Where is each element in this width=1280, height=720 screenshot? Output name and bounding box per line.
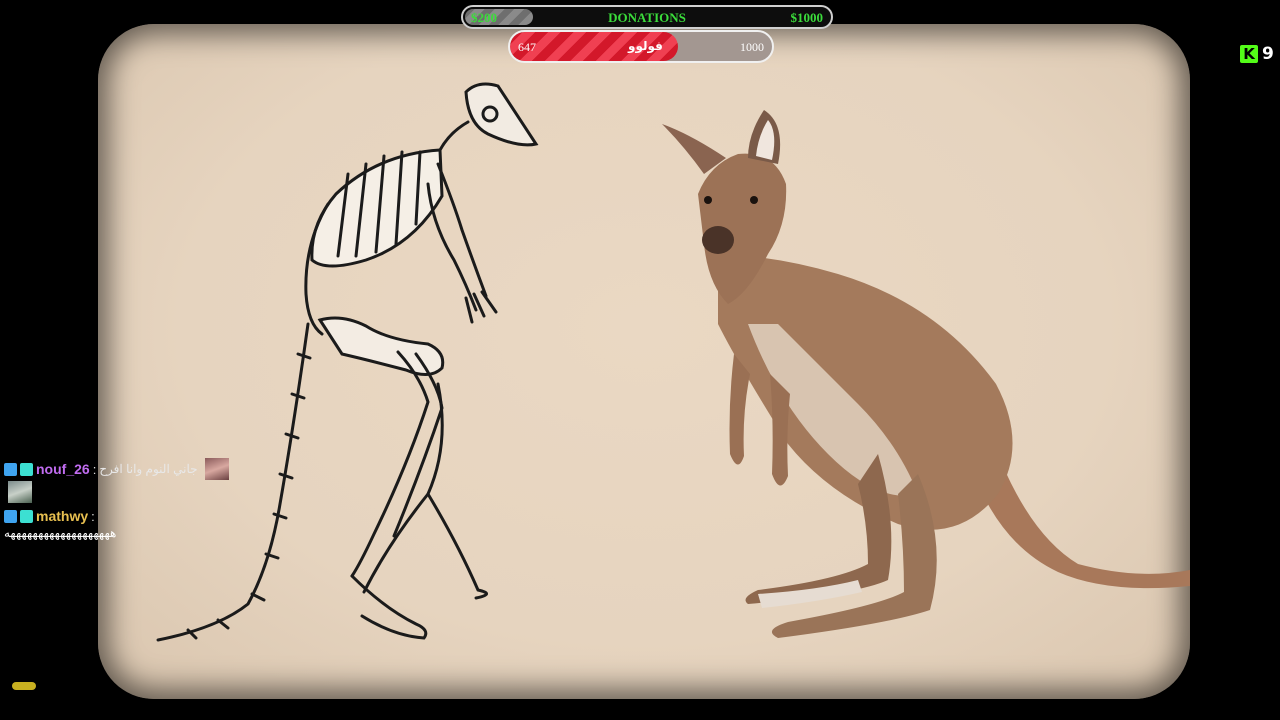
badge-icon [4, 462, 17, 476]
chat-username[interactable]: mathwy [36, 508, 88, 524]
follow-current: 647 [518, 40, 536, 54]
chat-message-text: هههههههههههههههههههه [4, 526, 117, 540]
chat-message: nouf_26 : جاني النوم وانا افرح [4, 458, 254, 480]
donations-title: DONATIONS [608, 10, 686, 25]
follow-goal-bar: 647 فولوو 1000 [508, 30, 774, 63]
donations-goal: $1000 [790, 10, 824, 25]
viewer-count: K 9 [1240, 44, 1274, 64]
follow-goal: 1000 [740, 40, 764, 54]
viewer-count-number: 9 [1262, 44, 1274, 64]
emote-icon [8, 481, 32, 503]
chat-message-text: جاني النوم وانا افرح [99, 462, 198, 476]
chat-separator: : [91, 508, 95, 524]
kick-icon: K [1240, 45, 1258, 63]
subscriber-badge-icon [20, 509, 33, 523]
badge-icon [4, 509, 17, 523]
donations-goal-bar: $200 DONATIONS $1000 [461, 5, 833, 29]
chat-separator: : [92, 461, 97, 477]
chat-overlay: nouf_26 : جاني النوم وانا افرح mathwy : … [4, 458, 254, 540]
chat-message: mathwy : [4, 506, 254, 526]
streamer-logo-icon [12, 682, 36, 690]
stream-stage [98, 24, 1190, 699]
emote-icon [204, 458, 229, 480]
subscriber-badge-icon [20, 462, 33, 476]
kangaroo-photo [662, 110, 1190, 638]
chat-username[interactable]: nouf_26 [36, 461, 90, 477]
follow-label: فولوو [628, 39, 663, 53]
